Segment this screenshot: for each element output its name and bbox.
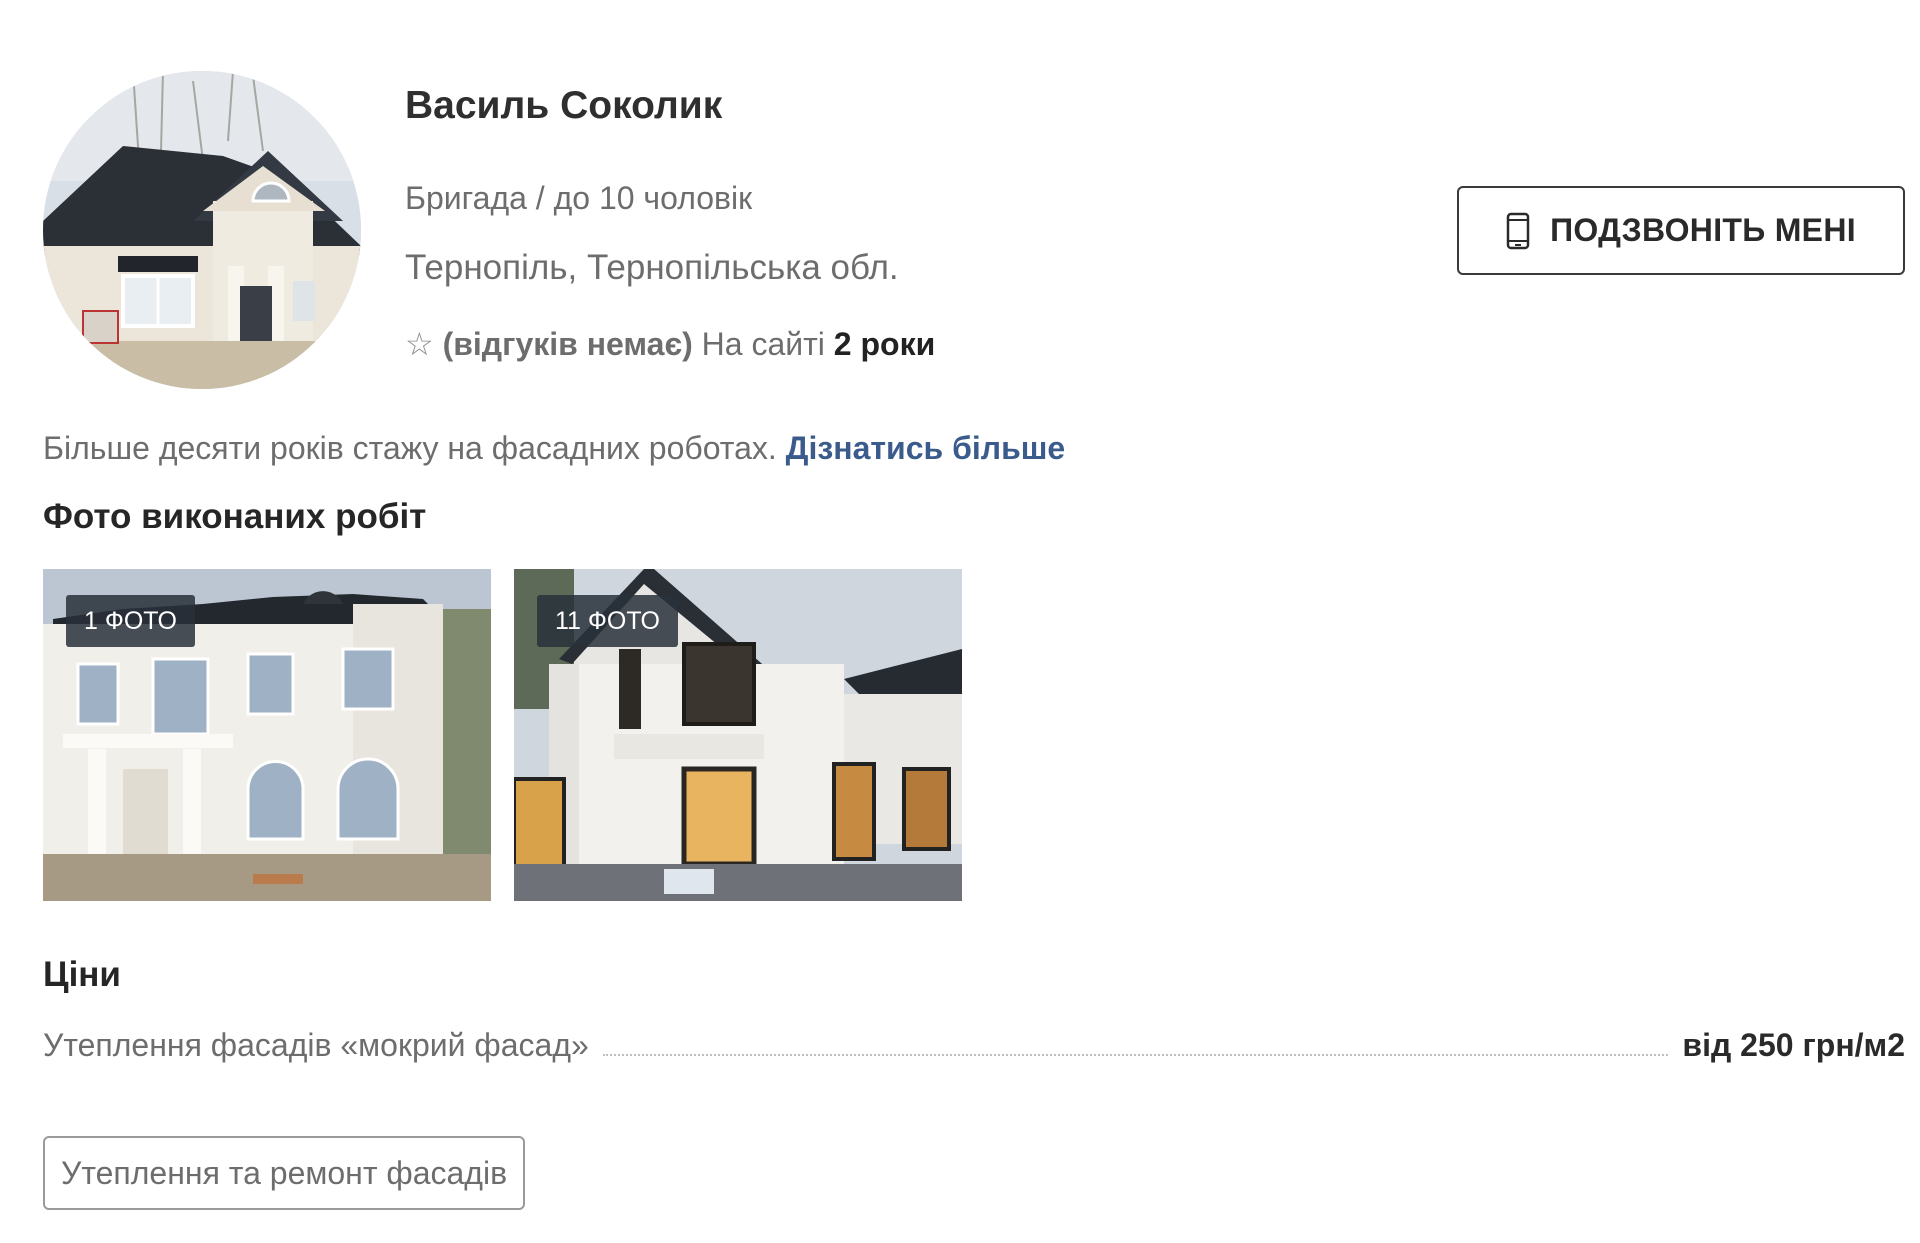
price-row: Утеплення фасадів «мокрий фасад» від 250… — [43, 1025, 1905, 1065]
dotted-leader — [602, 1054, 1669, 1056]
call-me-button[interactable]: ПОДЗВОНІТЬ МЕНІ — [1457, 186, 1905, 275]
photo-count-badge: 1 ФОТО — [66, 595, 195, 647]
photo-count-badge: 11 ФОТО — [537, 595, 678, 647]
on-site-label: На сайті — [701, 326, 825, 362]
service-price: від 250 грн/м2 — [1682, 1026, 1905, 1063]
call-me-label: ПОДЗВОНІТЬ МЕНІ — [1550, 212, 1856, 248]
work-photo-2[interactable]: 11 ФОТО — [514, 569, 962, 901]
photos-title: Фото виконаних робіт — [43, 497, 427, 536]
star-icon: ☆ — [405, 326, 434, 362]
prices-title: Ціни — [43, 955, 121, 994]
phone-icon — [1506, 212, 1530, 249]
learn-more-link[interactable]: Дізнатись більше — [786, 430, 1066, 466]
avatar — [43, 71, 361, 389]
on-site-value: 2 роки — [833, 326, 936, 362]
work-photo-1[interactable]: 1 ФОТО — [43, 569, 491, 901]
profile-name: Василь Соколик — [405, 84, 723, 127]
location: Тернопіль, Тернопільська обл. — [405, 248, 899, 287]
about-description: Більше десяти років стажу на фасадних ро… — [43, 430, 777, 466]
category-tag[interactable]: Утеплення та ремонт фасадів — [43, 1136, 526, 1210]
about-text: Більше десяти років стажу на фасадних ро… — [43, 430, 1065, 467]
reviews-count[interactable]: (відгуків немає) — [443, 326, 693, 362]
team-size: Бригада / до 10 чоловік — [405, 180, 753, 216]
service-name: Утеплення фасадів «мокрий фасад» — [43, 1026, 589, 1063]
rating-line: ☆ (відгуків немає) На сайті 2 роки — [405, 325, 935, 363]
